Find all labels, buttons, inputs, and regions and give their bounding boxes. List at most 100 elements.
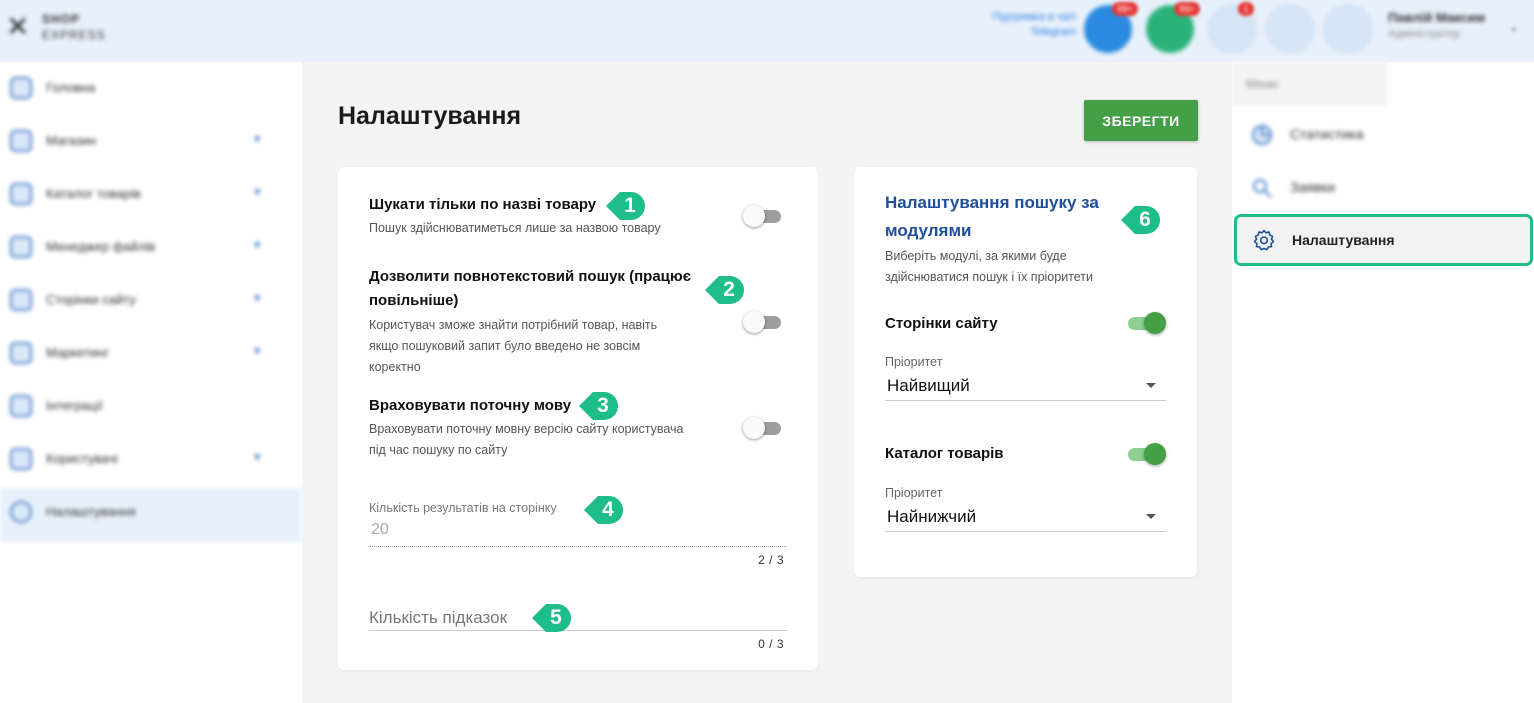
search-settings-card: Шукати тільки по назві товару Пошук здій…	[338, 167, 818, 670]
rs-item-label: Заявки	[1290, 179, 1336, 195]
priority-underline	[885, 531, 1166, 532]
module-site-pages-toggle[interactable]	[1126, 312, 1166, 334]
priority-select-catalog[interactable]: Найнижчий	[887, 507, 976, 527]
results-per-page-input[interactable]: 20	[371, 521, 389, 539]
suggestions-count-underline	[369, 630, 787, 631]
fulltext-search-toggle[interactable]	[743, 311, 783, 333]
sidebar-item-label: Маркетинг	[46, 345, 110, 360]
option-title-fulltext: Дозволити повнотекстовий пошук (працює	[369, 268, 691, 285]
option-desc-search-by-name: Пошук здійснюватиметься лише за назвою т…	[369, 221, 661, 235]
sidebar-item-settings[interactable]: Налаштування	[0, 488, 302, 542]
sidebar-item-integrations[interactable]: Інтеграції	[0, 382, 302, 432]
user-avatar-icon[interactable]	[1324, 5, 1372, 53]
modules-card-desc: Виберіть модулі, за якими буде здійснюва…	[885, 249, 1094, 284]
option-title-current-lang: Враховувати поточну мову	[369, 397, 572, 414]
logo-text: SHOP	[42, 12, 81, 26]
option-title-search-by-name: Шукати тільки по назві товару	[369, 196, 597, 213]
chevron-down-icon: ▾	[254, 343, 261, 358]
priority-underline	[885, 400, 1166, 401]
suggestions-count-input[interactable]: Кількість підказок	[369, 608, 507, 628]
sidebar-item-catalog[interactable]: Каталог товарів ▾	[0, 170, 302, 220]
sidebar-item-users[interactable]: Користувачі ▾	[0, 435, 302, 485]
integrations-icon	[10, 395, 32, 417]
pages-icon	[10, 289, 32, 311]
user-icon	[10, 448, 32, 470]
sidebar-item-home[interactable]: Головна	[0, 64, 302, 114]
results-per-page-label: Кількість результатів на сторінку	[369, 501, 557, 515]
module-catalog-label: Каталог товарів	[885, 445, 1004, 462]
dropdown-arrow-icon[interactable]	[1146, 383, 1156, 388]
page-title: Налаштування	[338, 102, 522, 130]
option-desc-fulltext: якщо пошуковий запит було введено не зов…	[369, 339, 641, 353]
callout-3: 3	[579, 391, 619, 421]
logo-mark-icon: ✕	[6, 11, 30, 42]
catalog-icon	[10, 183, 32, 205]
sidebar-item-label: Каталог товарів	[46, 186, 141, 201]
option-title-fulltext: повільніше)	[369, 292, 459, 309]
chart-pie-icon	[1252, 125, 1272, 145]
dropdown-arrow-icon[interactable]	[1146, 514, 1156, 519]
priority-label: Пріоритет	[885, 355, 943, 369]
chat-badge: 99+	[1174, 2, 1200, 16]
callout-5: 5	[532, 603, 572, 633]
priority-select-site-pages[interactable]: Найвищий	[887, 376, 970, 396]
current-lang-toggle[interactable]	[743, 417, 783, 439]
rs-item-label: Налаштування	[1292, 232, 1395, 248]
option-desc-fulltext: Користувач зможе знайти потрібний товар,…	[369, 318, 658, 332]
top-bar: ✕ SHOP EXPRESS Підтримка в чаті Telegram…	[0, 0, 1534, 62]
right-sidebar: Меню Статистика Заявки Налаштування	[1232, 62, 1534, 703]
results-per-page-underline	[369, 546, 787, 547]
option-desc-current-lang: під час пошуку по сайту	[369, 443, 508, 457]
priority-label: Пріоритет	[885, 486, 943, 500]
results-per-page-counter: 2 / 3	[758, 553, 784, 567]
marketing-icon	[10, 342, 32, 364]
sidebar-item-label: Сторінки сайту	[46, 292, 136, 307]
search-icon	[1253, 179, 1272, 198]
right-sidebar-header: Меню	[1232, 62, 1387, 106]
module-catalog-toggle[interactable]	[1126, 443, 1166, 465]
chevron-down-icon[interactable]: ⌄	[1508, 18, 1520, 35]
chevron-down-icon: ▾	[254, 290, 261, 305]
rs-item-requests[interactable]: Заявки	[1232, 162, 1534, 212]
home-icon	[10, 77, 32, 99]
option-desc-current-lang: Враховувати поточну мовну версію сайту к…	[369, 422, 684, 436]
messages-icon[interactable]	[1266, 5, 1314, 53]
callout-6: 6	[1121, 205, 1161, 235]
callout-2: 2	[705, 275, 745, 305]
sidebar-item-marketing[interactable]: Маркетинг ▾	[0, 329, 302, 379]
telegram-badge: 99+	[1112, 2, 1138, 16]
folder-icon	[10, 236, 32, 258]
chevron-down-icon: ▾	[254, 449, 261, 464]
shop-express-logo[interactable]: ✕ SHOP EXPRESS	[6, 10, 126, 46]
notification-badge: 1	[1238, 2, 1254, 16]
chevron-down-icon: ▾	[254, 184, 261, 199]
user-name: Павлій Максим	[1388, 10, 1486, 25]
telegram-support-link[interactable]: Підтримка в чаті Telegram	[950, 10, 1076, 40]
sidebar-item-file-manager[interactable]: Менеджер файлів ▾	[0, 223, 302, 273]
suggestions-count-counter: 0 / 3	[758, 637, 784, 651]
callout-1: 1	[606, 191, 646, 221]
user-role: Адміністратор	[1388, 28, 1460, 40]
module-site-pages-label: Сторінки сайту	[885, 315, 998, 332]
sidebar-item-label: Головна	[46, 80, 96, 95]
sidebar-item-label: Інтеграції	[46, 398, 103, 413]
sidebar-item-shop[interactable]: Магазин ▾	[0, 117, 302, 167]
callout-4: 4	[584, 495, 624, 525]
modules-card-title: Налаштування пошуку за модулями	[885, 193, 1099, 240]
chevron-down-icon: ▾	[254, 131, 261, 146]
sidebar-item-label: Магазин	[46, 133, 97, 148]
rs-item-statistics[interactable]: Статистика	[1232, 109, 1534, 159]
search-by-name-toggle[interactable]	[743, 205, 783, 227]
option-desc-fulltext: коректно	[369, 360, 421, 374]
logo-text: EXPRESS	[42, 28, 106, 42]
cart-icon	[10, 130, 32, 152]
sidebar-item-label: Налаштування	[46, 504, 136, 519]
gear-icon	[10, 501, 32, 523]
sidebar-item-label: Менеджер файлів	[46, 239, 156, 254]
gear-icon	[1253, 229, 1275, 251]
sidebar-item-label: Користувачі	[46, 451, 118, 466]
rs-item-settings[interactable]: Налаштування	[1234, 214, 1533, 266]
sidebar-item-site-pages[interactable]: Сторінки сайту ▾	[0, 276, 302, 326]
user-info[interactable]: Павлій Максим Адміністратор	[1388, 10, 1485, 40]
save-button[interactable]: ЗБЕРЕГТИ	[1084, 100, 1198, 141]
